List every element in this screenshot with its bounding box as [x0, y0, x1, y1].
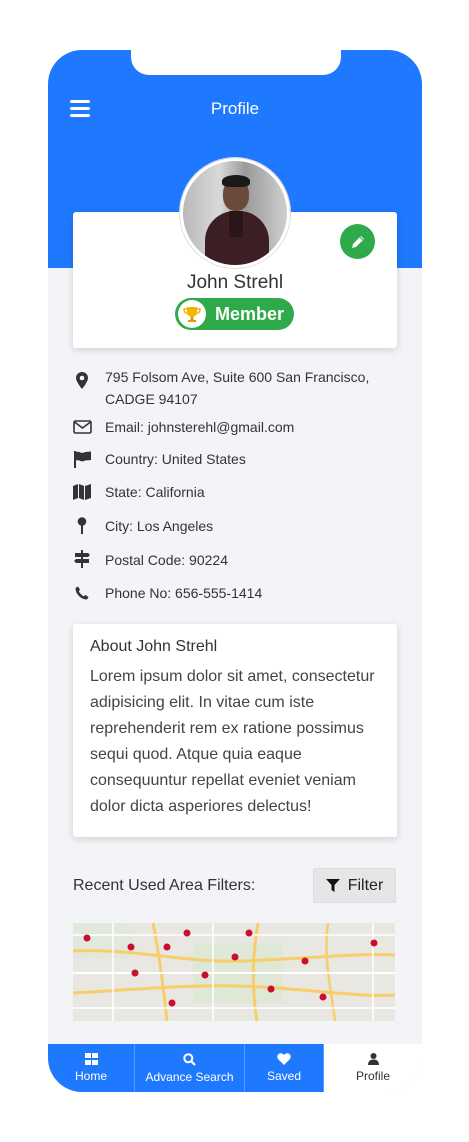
email-text: Email: johnsterehl@gmail.com — [105, 419, 295, 435]
member-badge: Member — [175, 298, 294, 330]
pencil-icon — [351, 235, 364, 248]
avatar — [180, 158, 290, 268]
area-map[interactable] — [73, 923, 395, 1021]
nav-home[interactable]: Home — [48, 1044, 135, 1092]
phone-frame: Profile John Strehl Member 795 Folsom Av… — [48, 50, 422, 1092]
state-text: State: California — [105, 484, 205, 500]
nav-advance-search[interactable]: Advance Search — [135, 1044, 245, 1092]
envelope-icon — [72, 417, 92, 437]
nav-profile[interactable]: Profile — [324, 1044, 422, 1092]
postal-text: Postal Code: 90224 — [105, 552, 228, 568]
filter-button[interactable]: Filter — [313, 868, 396, 903]
nav-home-label: Home — [74, 1069, 107, 1083]
profile-name: John Strehl — [186, 272, 284, 293]
nav-saved[interactable]: Saved — [245, 1044, 324, 1092]
member-badge-label: Member — [215, 303, 285, 324]
flag-icon — [72, 449, 92, 469]
phone-notch — [131, 46, 341, 75]
filter-icon — [325, 879, 340, 892]
phone-text: Phone No: 656-555-1414 — [105, 585, 263, 601]
recent-filters-label: Recent Used Area Filters: — [73, 877, 256, 894]
about-title: About John Strehl — [90, 638, 218, 655]
map-marker-icon — [72, 370, 92, 390]
edit-profile-button[interactable] — [340, 224, 375, 259]
user-icon — [367, 1053, 379, 1065]
trophy-icon — [178, 300, 206, 328]
address-line-2: CADGE 94107 — [105, 391, 198, 407]
page-title: Profile — [210, 99, 260, 118]
nav-saved-label: Saved — [266, 1069, 302, 1083]
about-text: Lorem ipsum dolor sit amet, consectetur … — [90, 668, 375, 815]
heart-icon — [277, 1053, 291, 1065]
phone-icon — [72, 583, 92, 603]
grid-icon — [84, 1053, 98, 1065]
nav-profile-label: Profile — [355, 1069, 390, 1083]
about-card: About John Strehl Lorem ipsum dolor sit … — [73, 624, 397, 837]
city-text: City: Los Angeles — [105, 518, 214, 534]
pin-icon — [72, 515, 92, 535]
signpost-icon — [72, 549, 92, 569]
filter-button-label: Filter — [347, 876, 384, 894]
map-icon — [72, 482, 92, 502]
bottom-nav: Home Advance Search Saved Profile — [48, 1044, 422, 1092]
search-icon — [183, 1052, 196, 1066]
nav-advance-search-label: Advance Search — [145, 1069, 234, 1084]
address-line-1: 795 Folsom Ave, Suite 600 San Francisco, — [105, 369, 370, 385]
country-text: Country: United States — [105, 451, 246, 467]
